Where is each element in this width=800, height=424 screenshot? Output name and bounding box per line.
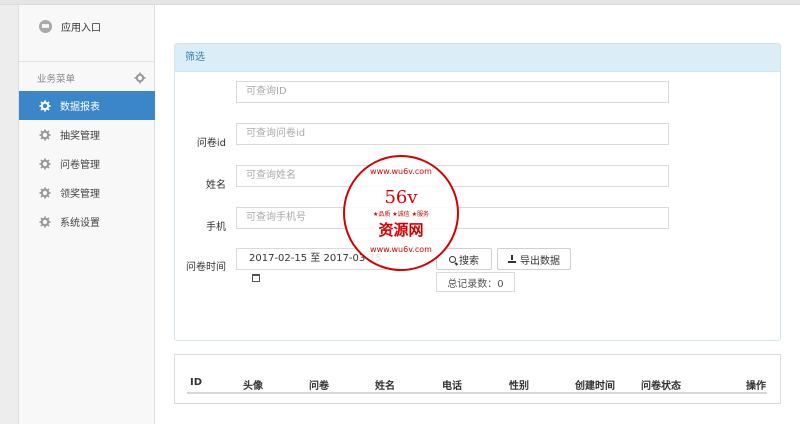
survey-time-label: 问卷时间 bbox=[186, 262, 226, 273]
main-content: 筛选 ID 可查询ID 问卷id 可查询问卷id 姓名 可查询姓名 手机 可查询… bbox=[155, 5, 800, 424]
sidebar-item-settings[interactable]: 系统设置 bbox=[19, 207, 155, 236]
watermark-bottom-text: www.wu6v.com bbox=[370, 245, 432, 254]
export-button-label: 导出数据 bbox=[520, 255, 560, 267]
survey-id-label: 问卷id bbox=[196, 138, 226, 149]
sidebar-menu-title: 业务菜单 bbox=[19, 71, 155, 85]
gear-icon bbox=[39, 129, 51, 141]
menu-title-label: 业务菜单 bbox=[37, 74, 76, 85]
column-header-phone: 电话 bbox=[442, 381, 462, 392]
watermark-top-text: www.wu6v.com bbox=[370, 167, 432, 176]
app-entry-label: 应用入口 bbox=[61, 22, 101, 34]
gear-icon bbox=[39, 158, 51, 170]
sidebar-nav: 数据报表 抽奖管理 问卷管理 领奖管理 系统设置 bbox=[19, 91, 155, 236]
sidebar-item-lottery[interactable]: 抽奖管理 bbox=[19, 120, 155, 149]
survey-id-input[interactable]: 可查询问卷id bbox=[236, 123, 669, 145]
column-header-gender: 性别 bbox=[509, 381, 529, 392]
sidebar-app-entry[interactable]: 应用入口 bbox=[19, 15, 155, 37]
sidebar-item-label: 抽奖管理 bbox=[60, 131, 100, 142]
watermark-middle-text: ★品质 ★诚信 ★服务 bbox=[373, 211, 429, 218]
column-header-name: 姓名 bbox=[375, 381, 395, 392]
results-table: ID 头像 问卷 姓名 电话 性别 创建时间 问卷状态 操作 bbox=[174, 354, 781, 404]
total-records: 总记录数：0 bbox=[436, 272, 515, 292]
watermark-big-text: 56v bbox=[384, 187, 418, 208]
column-header-survey-status: 问卷状态 bbox=[641, 381, 681, 392]
sidebar-item-label: 系统设置 bbox=[60, 218, 100, 229]
sidebar: 应用入口 业务菜单 数据报表 抽奖管理 问卷管理 领奖管理 系统设置 bbox=[19, 5, 155, 424]
left-edge bbox=[0, 5, 19, 424]
sidebar-item-data-report[interactable]: 数据报表 bbox=[19, 91, 155, 120]
watermark-name: 资源网 bbox=[378, 221, 424, 239]
gear-icon bbox=[39, 100, 51, 112]
column-header-actions: 操作 bbox=[746, 381, 766, 392]
filter-panel-title: 筛选 bbox=[175, 44, 780, 72]
calendar-icon bbox=[252, 274, 260, 282]
sidebar-item-prize[interactable]: 领奖管理 bbox=[19, 178, 155, 207]
column-header-id: ID bbox=[190, 377, 203, 388]
sidebar-item-label: 数据报表 bbox=[60, 102, 100, 113]
filter-panel: 筛选 ID 可查询ID 问卷id 可查询问卷id 姓名 可查询姓名 手机 可查询… bbox=[174, 43, 781, 341]
table-header-divider bbox=[187, 392, 767, 394]
column-header-survey: 问卷 bbox=[309, 381, 329, 392]
name-label: 姓名 bbox=[206, 180, 226, 191]
gear-icon bbox=[39, 216, 51, 228]
id-input[interactable]: 可查询ID bbox=[236, 81, 669, 103]
search-icon bbox=[449, 255, 456, 263]
column-header-avatar: 头像 bbox=[243, 381, 263, 392]
sidebar-item-label: 问卷管理 bbox=[60, 160, 100, 171]
sidebar-item-label: 领奖管理 bbox=[60, 189, 100, 200]
gear-icon[interactable] bbox=[134, 72, 146, 84]
column-header-created-time: 创建时间 bbox=[575, 381, 615, 392]
download-icon bbox=[508, 255, 516, 263]
chat-bubble-icon bbox=[39, 19, 52, 33]
gear-icon bbox=[39, 187, 51, 199]
export-button[interactable]: 导出数据 bbox=[497, 248, 571, 270]
phone-label: 手机 bbox=[206, 222, 226, 233]
sidebar-divider bbox=[19, 61, 155, 62]
sidebar-item-survey[interactable]: 问卷管理 bbox=[19, 149, 155, 178]
search-button-label: 搜索 bbox=[459, 255, 479, 267]
watermark-stamp: www.wu6v.com 56v ★品质 ★诚信 ★服务 资源网 www.wu6… bbox=[343, 155, 459, 271]
